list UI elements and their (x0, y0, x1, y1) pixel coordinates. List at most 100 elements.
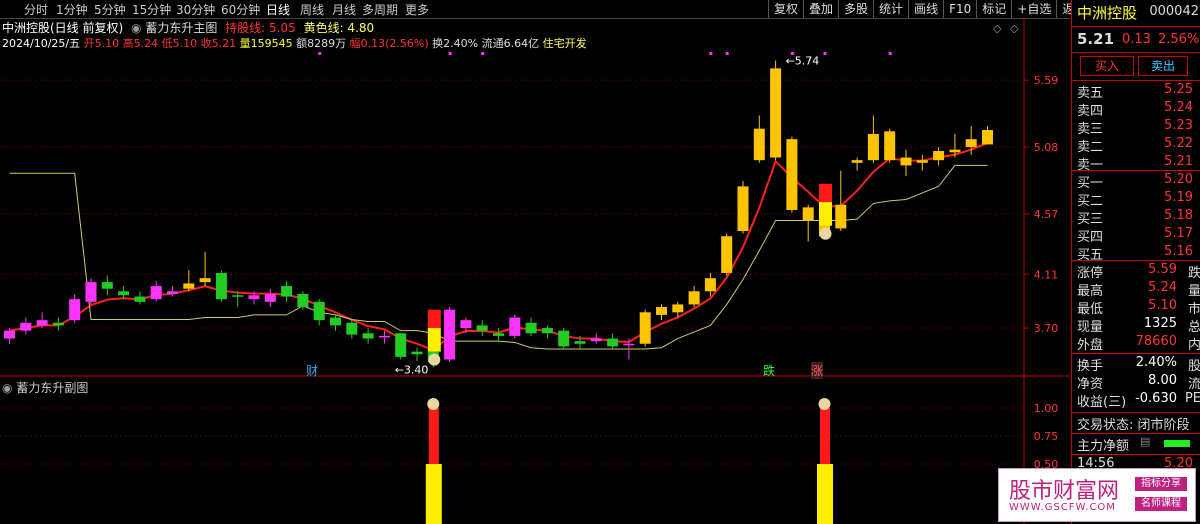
candle[interactable] (737, 181, 749, 234)
stats2-row[interactable]: 收益(三) -0.630 PE (1072, 391, 1200, 410)
asks-row[interactable]: 卖五 5.25 (1072, 82, 1200, 101)
candle[interactable] (395, 333, 407, 360)
period-tab[interactable]: 1分钟 (56, 1, 88, 18)
candle[interactable] (199, 251, 211, 287)
period-tab[interactable]: 15分钟 (132, 1, 171, 18)
kline-chart[interactable]: ←5.74←3.40 5.595.084.574.113.701.000.750… (0, 0, 1070, 524)
stats-row[interactable]: 最低 5.10 市 (1072, 298, 1200, 317)
indicator-name[interactable]: 蓄力东升主图 (145, 21, 217, 35)
candle[interactable] (607, 333, 619, 350)
candle[interactable] (183, 270, 195, 292)
collapse-icon[interactable]: ◉ (2, 381, 12, 395)
candle[interactable] (933, 147, 945, 166)
stats-row[interactable]: 涨停 5.59 跌 (1072, 262, 1200, 281)
toolbar-button[interactable]: 叠加 (803, 0, 838, 18)
candle[interactable] (52, 317, 64, 331)
candle[interactable] (444, 307, 456, 363)
info-high: 高5.24 (122, 37, 159, 50)
stats-row[interactable]: 外盘 78660 内 (1072, 334, 1200, 353)
period-tab[interactable]: 更多 (405, 1, 429, 18)
period-tab[interactable]: 月线 (332, 1, 356, 18)
sell-button[interactable]: 卖出 (1138, 56, 1188, 76)
candle[interactable] (346, 320, 358, 339)
candle[interactable] (134, 291, 146, 305)
bids-row[interactable]: 买三 5.18 (1072, 208, 1200, 227)
period-tab[interactable]: 日线 (266, 1, 290, 18)
row-value: 5.25 (1164, 82, 1193, 97)
asks-row[interactable]: 卖二 5.22 (1072, 136, 1200, 155)
period-tab[interactable]: 周线 (300, 1, 324, 18)
bids-row[interactable]: 买二 5.19 (1072, 190, 1200, 209)
candle[interactable] (851, 157, 863, 171)
candle[interactable] (558, 328, 570, 350)
candle[interactable] (264, 288, 276, 308)
signal-block-yellow (819, 202, 832, 226)
candle[interactable] (802, 204, 814, 242)
candle[interactable] (150, 280, 162, 302)
candle[interactable] (753, 115, 765, 163)
period-tab[interactable]: 5分钟 (94, 1, 126, 18)
toolbar-button[interactable]: 复权 (768, 0, 803, 18)
diamond-icon[interactable]: ◇ (993, 22, 1002, 35)
period-tab[interactable]: 分时 (24, 1, 48, 18)
hold-line-label: 持股线: 5.05 (225, 21, 296, 35)
candle[interactable] (835, 170, 847, 231)
toolbar-button[interactable]: +自选 (1011, 0, 1056, 18)
stock-change-pct: 2.56% (1158, 32, 1200, 47)
toolbar-button[interactable]: F10 (943, 0, 976, 18)
candle[interactable] (900, 149, 912, 176)
candle[interactable] (85, 278, 97, 305)
candle[interactable] (656, 304, 667, 321)
buy-button[interactable]: 买入 (1080, 56, 1134, 76)
asks-row[interactable]: 卖三 5.23 (1072, 118, 1200, 137)
row-value: 5.16 (1164, 244, 1193, 259)
period-tab[interactable]: 60分钟 (221, 1, 260, 18)
bids-row[interactable]: 买一 5.20 (1072, 172, 1200, 191)
sub-indicator-name[interactable]: 蓄力东升副图 (16, 381, 88, 395)
candle[interactable] (639, 309, 651, 347)
candle[interactable] (297, 291, 309, 310)
toolbar-button[interactable]: 画线 (908, 0, 943, 18)
candle[interactable] (101, 275, 113, 296)
candle[interactable] (688, 286, 700, 308)
candle[interactable] (118, 286, 130, 300)
menu-icon[interactable]: ▤ (1140, 435, 1150, 448)
candle[interactable] (476, 320, 488, 336)
candle[interactable] (770, 60, 782, 161)
candle[interactable] (916, 154, 928, 171)
candle[interactable] (525, 317, 537, 336)
candle[interactable] (867, 115, 879, 163)
stats-row[interactable]: 最高 5.24 量 (1072, 280, 1200, 299)
candle[interactable] (493, 328, 504, 342)
info-sector: 住宅开发 (542, 37, 587, 50)
row-label: 净资 (1077, 377, 1104, 392)
candle[interactable] (69, 293, 81, 323)
asks-row[interactable]: 卖四 5.24 (1072, 100, 1200, 119)
candle[interactable] (541, 325, 553, 339)
candle[interactable] (20, 317, 32, 335)
bids-row[interactable]: 买四 5.17 (1072, 226, 1200, 245)
diamond-icon[interactable]: ◇ (1010, 22, 1019, 35)
stats2-row[interactable]: 净资 8.00 流 (1072, 373, 1200, 392)
collapse-icon[interactable]: ◉ (131, 21, 141, 35)
stats2-row[interactable]: 换手 2.40% 股 (1072, 355, 1200, 374)
toolbar-button[interactable]: 多股 (838, 0, 873, 18)
candle[interactable] (281, 280, 293, 302)
candle[interactable] (215, 270, 227, 302)
period-tab[interactable]: 30分钟 (176, 1, 215, 18)
toolbar-button[interactable]: 统计 (873, 0, 908, 18)
candle[interactable] (509, 314, 521, 339)
candle[interactable] (786, 136, 798, 213)
period-tab[interactable]: 多周期 (362, 1, 398, 18)
candle[interactable] (362, 328, 374, 344)
candle[interactable] (721, 233, 733, 276)
candle[interactable] (982, 126, 993, 145)
stats-row[interactable]: 现量 1325 总 (1072, 316, 1200, 335)
candle[interactable] (411, 347, 423, 361)
main-net-label: 主力净额 (1077, 439, 1130, 454)
candle[interactable] (590, 333, 602, 344)
toolbar-button[interactable]: 标记 (976, 0, 1011, 18)
candle[interactable] (884, 128, 896, 163)
info-open: 开5.10 (83, 37, 120, 50)
candle[interactable] (313, 299, 325, 326)
